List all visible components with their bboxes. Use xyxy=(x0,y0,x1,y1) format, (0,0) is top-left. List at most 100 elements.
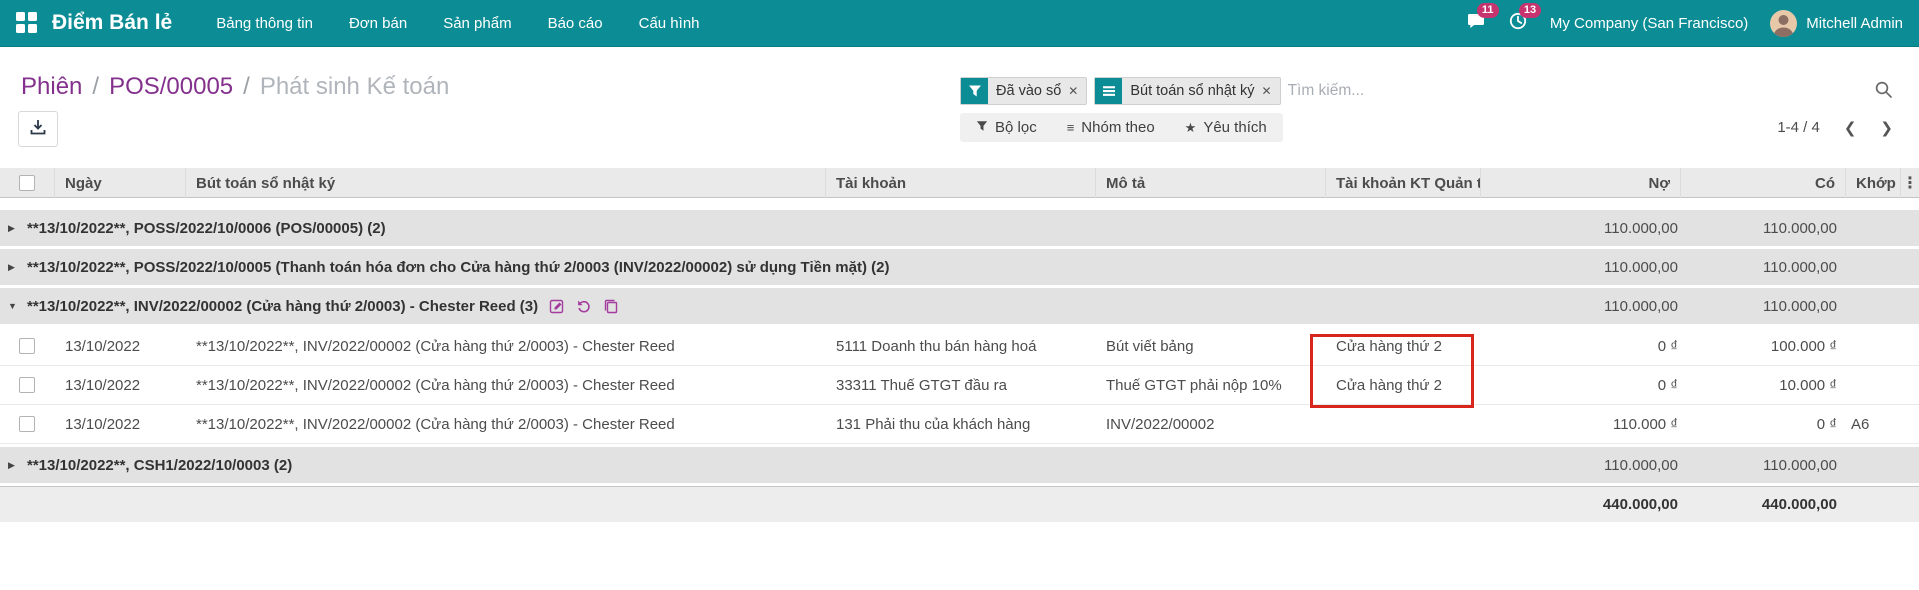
col-header-analytic-account[interactable]: Tài khoản KT Quản trị xyxy=(1325,168,1480,198)
undo-icon[interactable] xyxy=(576,298,592,314)
messages-button[interactable]: 11 xyxy=(1466,11,1486,36)
caret-right-icon[interactable]: ▶ xyxy=(8,262,18,273)
cell-matching: A6 xyxy=(1845,416,1900,433)
col-header-account[interactable]: Tài khoản xyxy=(825,168,1095,198)
export-button[interactable] xyxy=(18,111,58,147)
search-bar: Đã vào sổ ✕ Bút toán sổ nhật ký ✕ xyxy=(960,77,1863,105)
edit-icon[interactable] xyxy=(549,298,565,314)
group-title: **13/10/2022**, INV/2022/00002 (Cửa hàng… xyxy=(27,298,538,315)
star-icon: ★ xyxy=(1185,120,1197,136)
facet-label: Đã vào sổ xyxy=(996,83,1061,99)
group-credit: 110.000,00 xyxy=(1680,457,1845,474)
cell-account: 5111 Doanh thu bán hàng hoá xyxy=(825,338,1095,355)
user-menu[interactable]: Mitchell Admin xyxy=(1770,10,1903,37)
page-title: Phát sinh Kế toán xyxy=(260,73,449,101)
row-checkbox[interactable] xyxy=(0,377,54,393)
group-row[interactable]: ▶ **13/10/2022**, CSH1/2022/10/0003 (2) 11… xyxy=(0,447,1919,483)
avatar xyxy=(1770,10,1797,37)
col-header-journal-entry[interactable]: Bút toán sổ nhật ký xyxy=(185,168,825,198)
pager-range: 1-4 / 4 xyxy=(1777,119,1820,136)
group-by-icon: ≡ xyxy=(1067,120,1075,135)
caret-right-icon[interactable]: ▶ xyxy=(8,460,18,471)
optional-columns-icon[interactable]: ⋮ xyxy=(1900,168,1919,198)
pager-previous-button[interactable]: ❮ xyxy=(1844,119,1857,137)
group-label: ▶ **13/10/2022**, POSS/2022/10/0005 (Than… xyxy=(0,259,1480,276)
cell-journal-entry: **13/10/2022**, INV/2022/00002 (Cửa hàng… xyxy=(185,377,825,394)
table-body: ▶**13/10/2022**, POSS/2022/10/0006 (POS/… xyxy=(0,210,1919,483)
copy-icon[interactable] xyxy=(603,298,619,314)
cell-debit: 0 ₫ xyxy=(1480,338,1680,355)
menu-orders[interactable]: Đơn bán xyxy=(335,7,421,40)
journal-items-list: Ngày Bút toán sổ nhật ký Tài khoản Mô tả… xyxy=(0,168,1919,522)
company-switcher[interactable]: My Company (San Francisco) xyxy=(1550,15,1748,32)
breadcrumb-sessions[interactable]: Phiên xyxy=(21,73,82,101)
total-debit: 440.000,00 xyxy=(1480,496,1680,513)
caret-down-icon[interactable]: ▼ xyxy=(8,301,18,311)
total-credit: 440.000,00 xyxy=(1680,496,1845,513)
activities-button[interactable]: 13 xyxy=(1508,11,1528,36)
col-header-matching[interactable]: Khớp xyxy=(1845,168,1900,198)
search-facet-posted: Đã vào sổ ✕ xyxy=(960,77,1087,105)
breadcrumb-pos-record[interactable]: POS/00005 xyxy=(109,73,233,101)
group-row[interactable]: ▶ **13/10/2022**, POSS/2022/10/0005 (Than… xyxy=(0,249,1919,285)
cell-account: 131 Phải thu của khách hàng xyxy=(825,416,1095,433)
app-brand[interactable]: Điểm Bán lẻ xyxy=(52,11,172,35)
cell-debit: 0 ₫ xyxy=(1480,377,1680,394)
main-menu: Bảng thông tin Đơn bán Sản phẩm Báo cáo … xyxy=(202,7,713,40)
cell-journal-entry: **13/10/2022**, INV/2022/00002 (Cửa hàng… xyxy=(185,416,825,433)
filter-icon xyxy=(961,78,988,104)
group-credit: 110.000,00 xyxy=(1680,220,1845,237)
select-all-checkbox[interactable] xyxy=(0,168,54,198)
search-input[interactable] xyxy=(1288,82,1863,100)
filters-button[interactable]: Bộ lọc xyxy=(976,119,1037,136)
cell-analytic-account: Cửa hàng thứ 2 xyxy=(1325,338,1480,355)
group-by-button[interactable]: ≡ Nhóm theo xyxy=(1067,119,1155,136)
group-row[interactable]: ▼ **13/10/2022**, INV/2022/00002 (Cửa hàn… xyxy=(0,288,1919,324)
group-debit: 110.000,00 xyxy=(1480,298,1680,315)
menu-configuration[interactable]: Cấu hình xyxy=(625,7,714,40)
download-icon xyxy=(29,118,47,141)
user-name: Mitchell Admin xyxy=(1806,15,1903,32)
group-label: ▼ **13/10/2022**, INV/2022/00002 (Cửa hàn… xyxy=(0,298,1480,315)
table-row[interactable]: 13/10/2022**13/10/2022**, INV/2022/00002… xyxy=(0,366,1919,405)
col-header-credit[interactable]: Có xyxy=(1680,168,1845,198)
col-header-debit[interactable]: Nợ xyxy=(1480,168,1680,198)
pager: 1-4 / 4 ❮ ❯ xyxy=(1777,113,1893,142)
search-options: Bộ lọc ≡ Nhóm theo ★ Yêu thích xyxy=(960,113,1283,142)
cell-description: INV/2022/00002 xyxy=(1095,416,1325,433)
group-title: **13/10/2022**, POSS/2022/10/0005 (Thanh… xyxy=(27,259,889,276)
pager-next-button[interactable]: ❯ xyxy=(1880,119,1893,137)
menu-dashboard[interactable]: Bảng thông tin xyxy=(202,7,327,40)
breadcrumb: Phiên / POS/00005 / Phát sinh Kế toán xyxy=(21,73,449,101)
cell-date: 13/10/2022 xyxy=(54,416,185,433)
cell-credit: 0 ₫ xyxy=(1680,416,1845,433)
cell-debit: 110.000 ₫ xyxy=(1480,416,1680,433)
table-row[interactable]: 13/10/2022**13/10/2022**, INV/2022/00002… xyxy=(0,327,1919,366)
table-row[interactable]: 13/10/2022**13/10/2022**, INV/2022/00002… xyxy=(0,405,1919,444)
facet-label: Bút toán sổ nhật ký xyxy=(1130,83,1254,99)
menu-reporting[interactable]: Báo cáo xyxy=(534,7,617,40)
search-icon[interactable] xyxy=(1874,80,1893,104)
cell-date: 13/10/2022 xyxy=(54,338,185,355)
caret-right-icon[interactable]: ▶ xyxy=(8,223,18,234)
group-row[interactable]: ▶**13/10/2022**, POSS/2022/10/0006 (POS/… xyxy=(0,210,1919,246)
group-by-icon xyxy=(1095,78,1122,104)
cell-description: Thuế GTGT phải nộp 10% xyxy=(1095,377,1325,394)
group-title: **13/10/2022**, CSH1/2022/10/0003 (2) xyxy=(27,457,292,474)
facet-remove-icon[interactable]: ✕ xyxy=(1068,84,1078,98)
cell-date: 13/10/2022 xyxy=(54,377,185,394)
group-label: ▶ **13/10/2022**, CSH1/2022/10/0003 (2) xyxy=(0,457,1480,474)
breadcrumb-separator: / xyxy=(92,73,99,101)
control-panel: Phiên / POS/00005 / Phát sinh Kế toán Đã… xyxy=(0,47,1919,162)
favorites-button[interactable]: ★ Yêu thích xyxy=(1185,119,1267,136)
row-checkbox[interactable] xyxy=(0,338,54,354)
col-header-description[interactable]: Mô tả xyxy=(1095,168,1325,198)
group-debit: 110.000,00 xyxy=(1480,259,1680,276)
facet-remove-icon[interactable]: ✕ xyxy=(1262,84,1272,98)
menu-products[interactable]: Sản phẩm xyxy=(429,7,525,40)
apps-menu-icon[interactable] xyxy=(16,12,38,34)
row-checkbox[interactable] xyxy=(0,416,54,432)
activities-count-badge: 13 xyxy=(1519,3,1541,18)
col-header-date[interactable]: Ngày xyxy=(54,168,185,198)
cell-analytic-account: Cửa hàng thứ 2 xyxy=(1325,377,1480,394)
